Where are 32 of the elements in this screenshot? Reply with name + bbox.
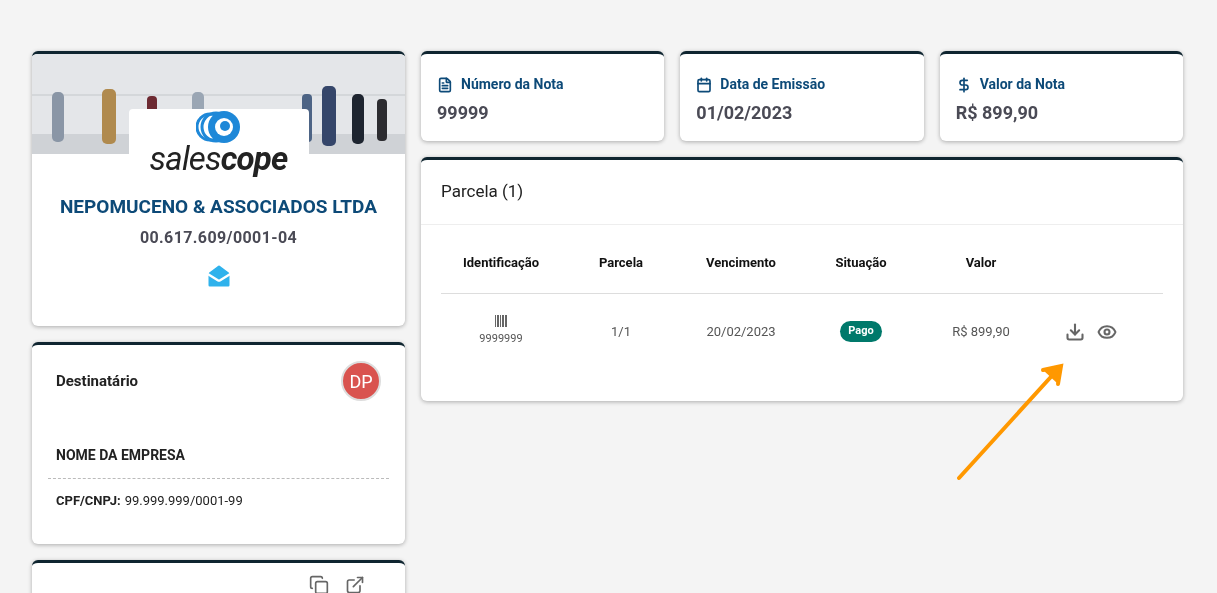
calendar-icon	[696, 76, 713, 93]
document-value: 99.999.999/0001-99	[124, 492, 243, 510]
column-header: Identificação	[463, 254, 539, 272]
summary-label: Data de Emissão	[720, 75, 826, 94]
installments-title: Parcela (1)	[441, 180, 524, 204]
external-link-icon[interactable]	[345, 575, 365, 593]
column-header: Vencimento	[706, 254, 776, 272]
status-badge: Pago	[840, 321, 882, 342]
table-cell-text: R$ 899,90	[952, 322, 1010, 341]
recipient-title: Destinatário	[56, 370, 139, 392]
company-cnpj: 00.617.609/0001-04	[139, 226, 298, 249]
logo-icon	[195, 109, 242, 145]
avatar: DP	[341, 361, 381, 401]
barcode-icon	[495, 315, 507, 328]
table-cell-text: 1/1	[611, 322, 631, 341]
summary-label: Número da Nota	[461, 75, 564, 94]
summary-value: 99999	[437, 101, 490, 125]
table-cell-text: 20/02/2023	[706, 322, 776, 341]
column-header: Parcela	[598, 254, 644, 272]
summary-value: R$ 899,90	[955, 101, 1040, 125]
copy-icon[interactable]	[309, 575, 329, 593]
recipient-company: NOME DA EMPRESA	[56, 446, 186, 465]
company-name: NEPOMUCENO & ASSOCIADOS LTDA	[59, 194, 378, 220]
column-header: Situação	[835, 254, 887, 272]
column-header: Valor	[965, 254, 997, 272]
download-icon[interactable]	[1065, 321, 1085, 342]
summary-value: 01/02/2023	[696, 101, 794, 125]
summary-label: Valor da Nota	[979, 75, 1066, 94]
document-label: CPF/CNPJ:	[56, 492, 121, 510]
logo-text: salescope	[149, 141, 288, 177]
table-cell: 9999999	[479, 331, 523, 348]
document-icon	[437, 76, 453, 93]
